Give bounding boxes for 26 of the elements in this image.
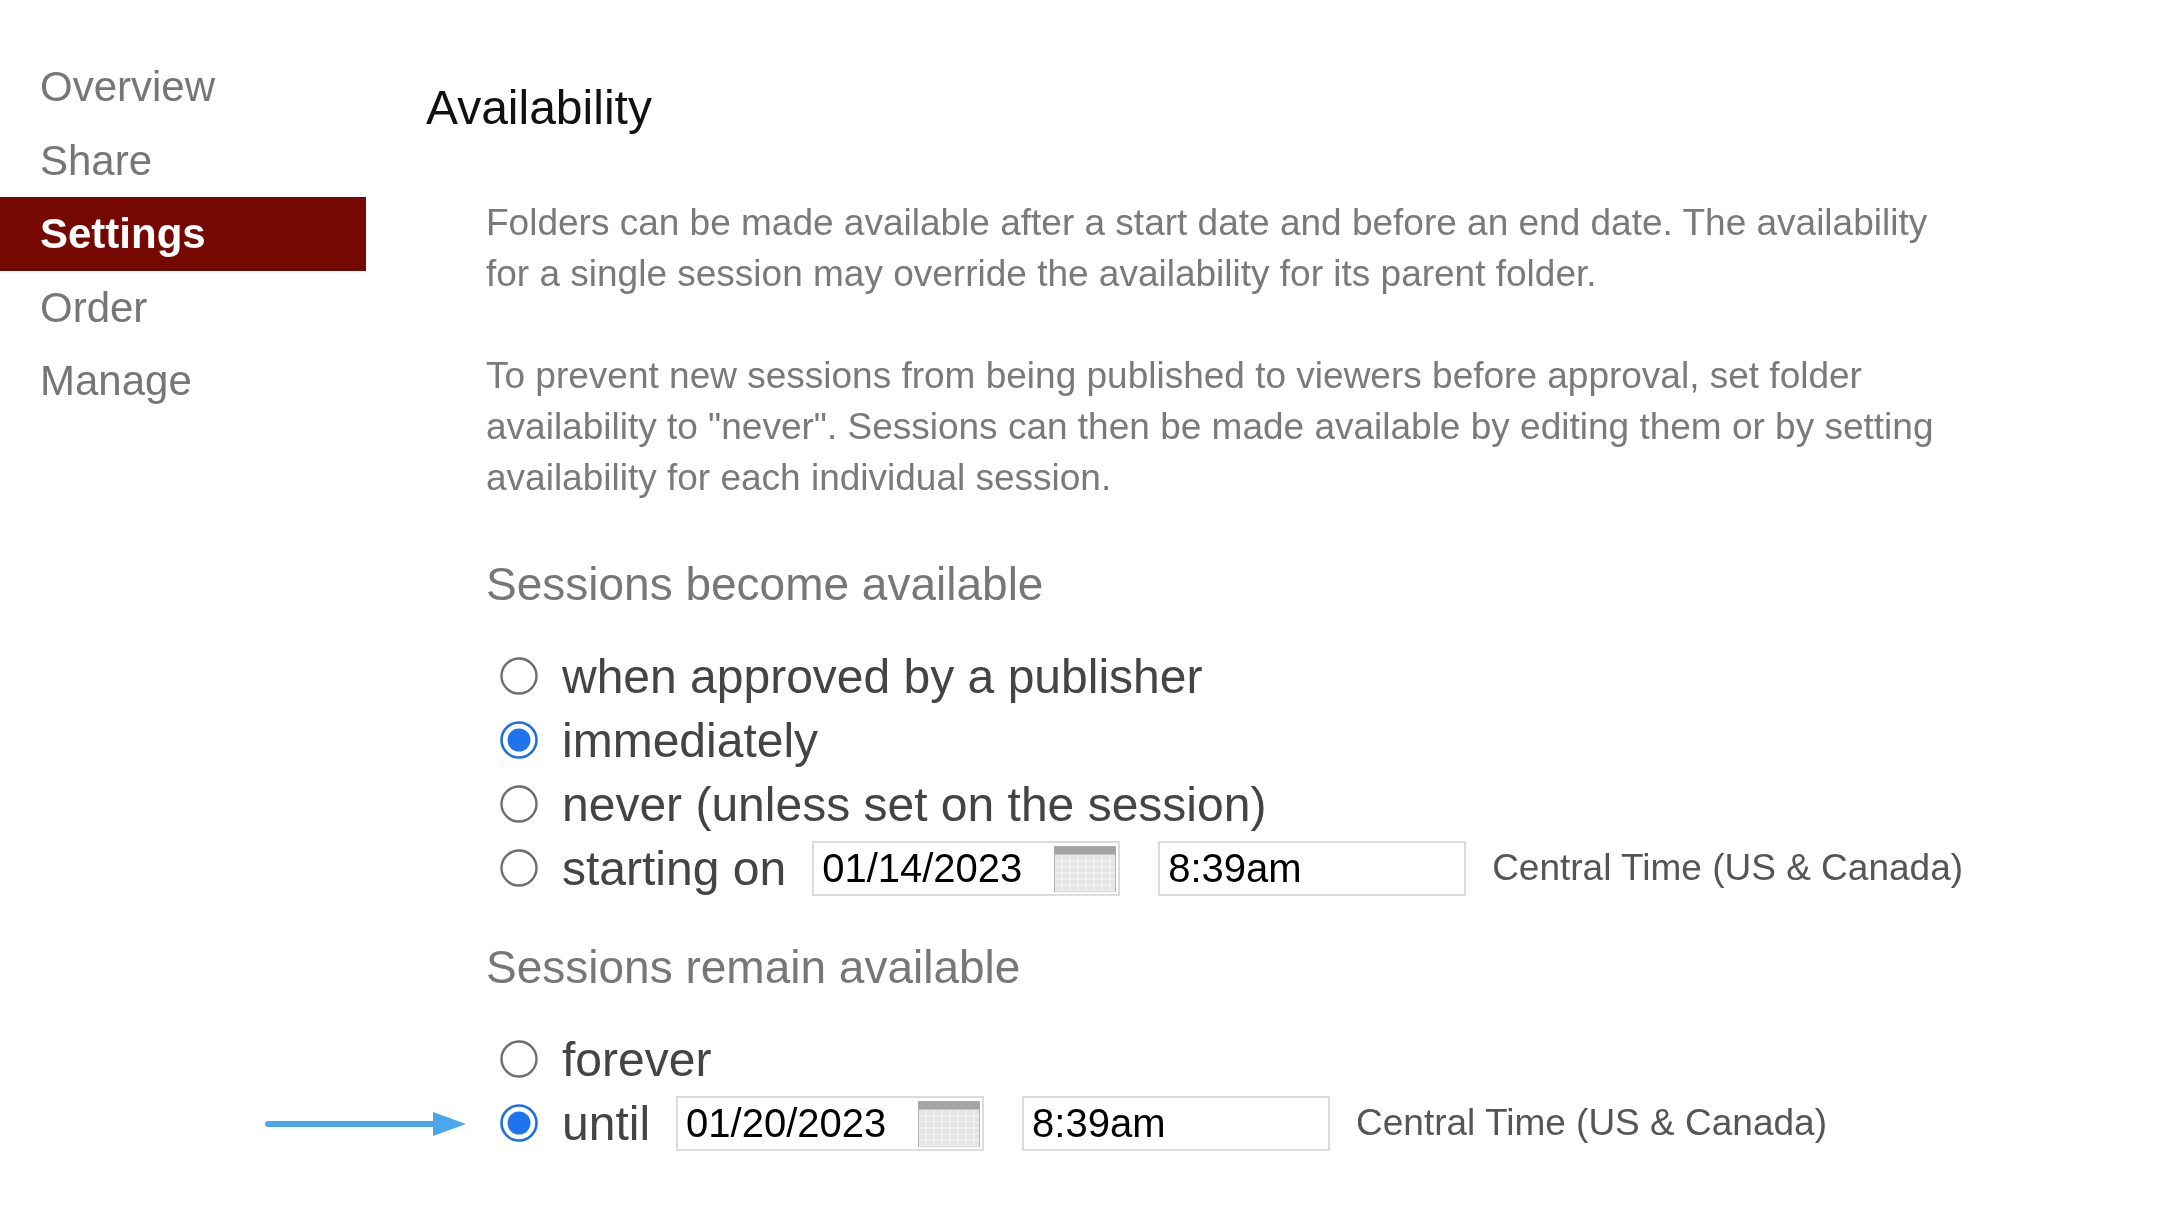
radio-label[interactable]: never (unless set on the session)	[562, 776, 1267, 832]
nav-link[interactable]: Settings	[0, 197, 366, 271]
radio-label[interactable]: until	[562, 1095, 651, 1151]
description-text: Folders can be made available after a start date and before an end date. The availability for a single session may override the availability for its parent folder.	[486, 201, 1929, 296]
nav-link[interactable]: Manage	[0, 344, 366, 418]
nav-link[interactable]: Overview	[0, 50, 366, 124]
time-field[interactable]: 8:39am	[1022, 1095, 1331, 1151]
section-heading: Sessions become available	[486, 557, 1045, 612]
radio-button[interactable]	[500, 785, 538, 823]
radio-label[interactable]: when approved by a publisher	[562, 648, 1203, 704]
radio-button[interactable]	[500, 1040, 538, 1078]
timezone-label: Central Time (US & Canada)	[1492, 847, 1964, 889]
radio-label[interactable]: forever	[562, 1031, 712, 1087]
description-text: To prevent new sessions from being published to viewers before approval, set folder availability to "never". Sessions can then be made available by editing them or by setting availability for each individual session.	[486, 354, 1935, 500]
radio-label[interactable]: starting on	[562, 840, 787, 896]
radio-button[interactable]	[500, 1104, 538, 1142]
radio-button[interactable]	[500, 721, 538, 759]
radio-button[interactable]	[500, 849, 538, 887]
time-field[interactable]: 8:39am	[1158, 840, 1467, 896]
radio-button[interactable]	[500, 657, 538, 695]
section-heading: Sessions remain available	[486, 940, 1022, 995]
radio-label[interactable]: immediately	[562, 712, 819, 768]
timezone-label: Central Time (US & Canada)	[1356, 1102, 1827, 1144]
nav-link[interactable]: Share	[0, 123, 366, 197]
page-title: Availability	[426, 80, 653, 136]
nav-link[interactable]: Order	[0, 270, 366, 344]
